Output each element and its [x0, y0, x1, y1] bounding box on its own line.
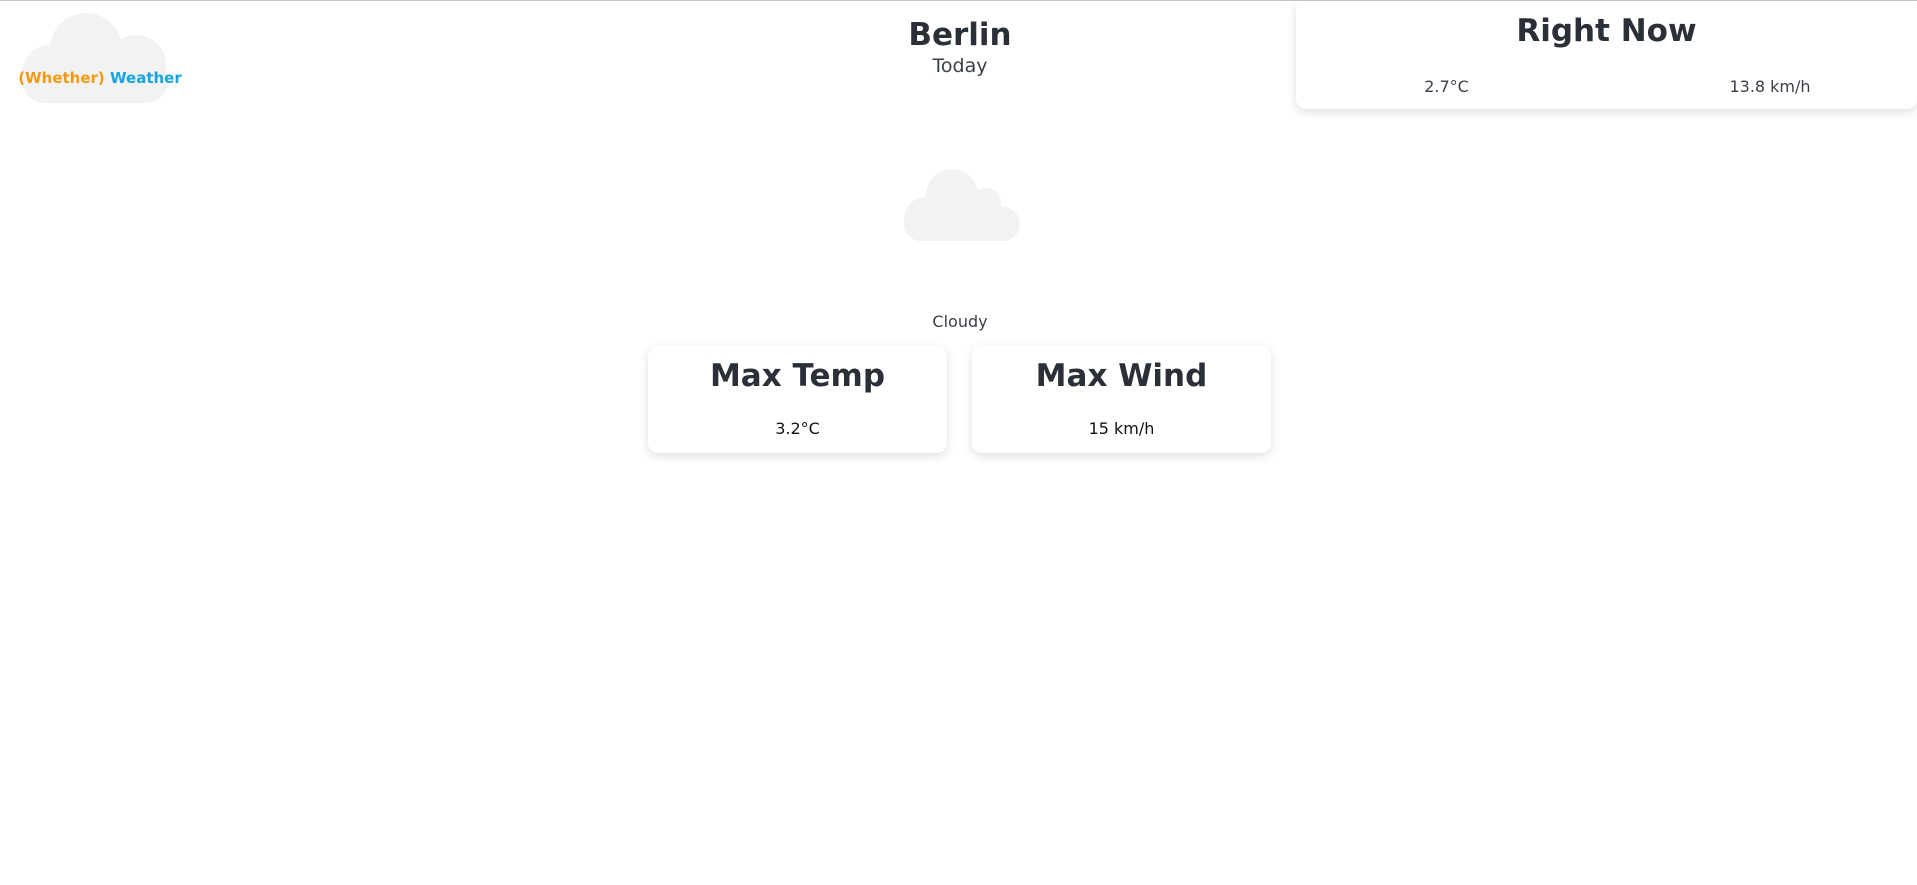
app-logo[interactable]: (Whether) Weather	[12, 7, 188, 107]
logo-text-weather: Weather	[110, 69, 182, 87]
cloud-icon	[22, 13, 168, 103]
day-subtitle: Today	[932, 55, 988, 77]
right-now-title: Right Now	[1516, 13, 1697, 49]
logo-text: (Whether) Weather	[12, 69, 188, 87]
max-wind-title: Max Wind	[1035, 358, 1208, 394]
max-temp-title: Max Temp	[709, 358, 886, 394]
max-temp-card: Max Temp 3.2°C	[648, 346, 947, 453]
right-now-wind: 13.8 km/h	[1729, 77, 1811, 96]
city-title: Berlin	[908, 17, 1012, 53]
weather-page: (Whether) Weather Berlin Today Right Now…	[0, 0, 1917, 885]
condition-label: Cloudy	[932, 312, 988, 331]
logo-text-whether: (Whether)	[18, 69, 105, 87]
right-now-card: Right Now	[1296, 1, 1917, 109]
max-wind-value: 15 km/h	[1088, 419, 1155, 438]
max-temp-value: 3.2°C	[775, 419, 820, 438]
right-now-temperature: 2.7°C	[1424, 77, 1469, 96]
max-wind-card: Max Wind 15 km/h	[972, 346, 1271, 453]
cloud-icon	[904, 169, 1020, 241]
